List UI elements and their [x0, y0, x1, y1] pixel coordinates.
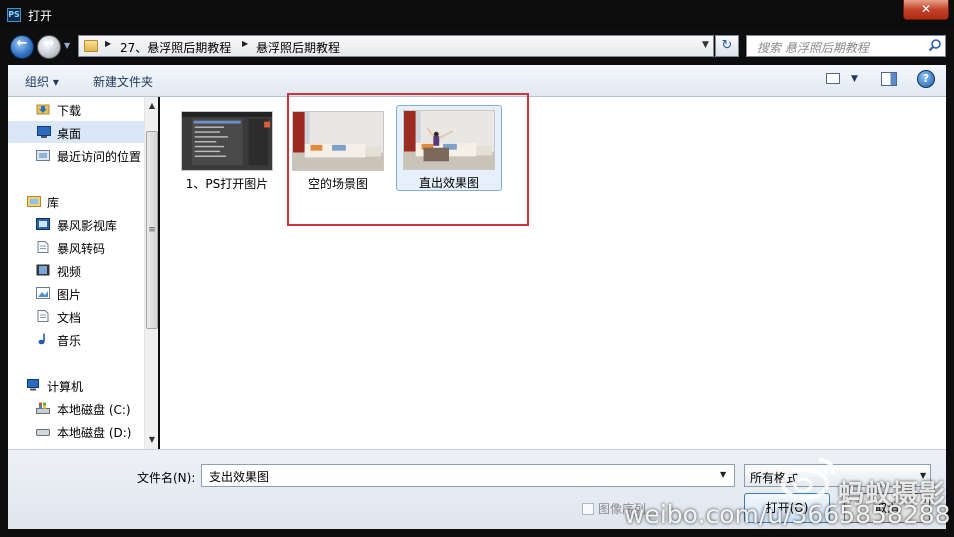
file-list: 1、PS打开图片 空的场景图 直出效果图	[160, 97, 946, 449]
sidebar-item-desktop[interactable]: 桌面	[8, 121, 152, 143]
navigation-scrollbar[interactable]: ▲ ≡ ▼	[144, 97, 158, 449]
sidebar-item-library[interactable]: 图片	[28, 282, 158, 304]
breadcrumb-item[interactable]: 27、悬浮照后期教程	[120, 39, 231, 56]
sidebar-item-library[interactable]: 暴风转码	[28, 236, 158, 258]
sidebar-item-library[interactable]: 视频	[28, 259, 158, 281]
music-note-icon	[38, 333, 45, 345]
sidebar-item-label: 暴风影视库	[57, 219, 118, 233]
sidebar-item-computer[interactable]: 计算机	[8, 374, 144, 396]
scroll-down-icon[interactable]: ▼	[146, 433, 158, 447]
sidebar-item-label: 音乐	[57, 334, 82, 348]
sidebar-item-label: 计算机	[47, 380, 84, 394]
document-icon	[37, 241, 49, 253]
new-folder-button[interactable]: 新建文件夹	[93, 73, 153, 90]
back-button[interactable]: ←	[10, 35, 34, 59]
screenshot-thumbnail	[181, 111, 273, 171]
download-folder-icon	[36, 104, 50, 115]
close-button[interactable]: ✕	[903, 0, 949, 20]
file-name: 1、PS打开图片	[185, 177, 269, 191]
search-icon[interactable]	[928, 38, 942, 52]
sidebar-item-drive[interactable]: 本地磁盘 (C:)	[28, 397, 158, 419]
breadcrumb-separator-icon[interactable]: ▶	[105, 39, 111, 48]
sidebar-item-label: 最近访问的位置	[57, 150, 142, 164]
image-sequence-checkbox[interactable]	[582, 503, 594, 515]
sidebar-item-library[interactable]: 音乐	[28, 328, 158, 350]
film-icon	[36, 264, 50, 276]
computer-icon	[27, 379, 39, 391]
recent-places-icon	[36, 150, 50, 161]
refresh-button[interactable]: ↻	[715, 35, 739, 57]
navigation-pane: 下载 桌面 最近访问的位置 库 暴风影视库 暴风转码 视频 图片 文档 音乐 计…	[8, 97, 158, 449]
forward-button[interactable]: →	[37, 35, 61, 59]
drive-icon	[36, 429, 50, 436]
video-library-icon	[36, 218, 50, 230]
sidebar-item-label: 本地磁盘 (C:)	[57, 403, 131, 417]
sidebar-item-libraries[interactable]: 库	[8, 190, 144, 212]
filename-input[interactable]: 支出效果图 ▼	[201, 464, 735, 487]
help-icon[interactable]: ?	[917, 70, 935, 88]
view-options-dropdown-icon[interactable]: ▼	[851, 74, 858, 84]
scrollbar-thumb[interactable]: ≡	[146, 131, 158, 329]
organize-button[interactable]: 组织 ▾	[25, 73, 59, 90]
search-placeholder: 搜索 悬浮照后期教程	[757, 41, 869, 55]
sidebar-item-label: 桌面	[57, 127, 82, 141]
sidebar-item-label: 文档	[57, 311, 82, 325]
filename-label: 文件名(N):	[137, 471, 196, 485]
open-file-dialog: PS 打开 ✕ ← → ▼ ▶ 27、悬浮照后期教程 ▶ 悬浮照后期教程 ▼ ↻…	[0, 0, 954, 537]
sidebar-item-drive[interactable]: 本地磁盘 (D:)	[28, 420, 158, 442]
scroll-up-icon[interactable]: ▲	[146, 99, 158, 113]
breadcrumb-item[interactable]: 悬浮照后期教程	[256, 39, 340, 56]
breadcrumb-separator-icon[interactable]: ▶	[242, 39, 248, 48]
title-bar: PS 打开 ✕	[0, 0, 954, 30]
sidebar-item-label: 库	[47, 196, 60, 210]
sidebar-item-label: 暴风转码	[57, 242, 106, 256]
sidebar-item-library[interactable]: 暴风影视库	[28, 213, 158, 235]
address-dropdown-icon[interactable]: ▼	[702, 40, 709, 50]
sidebar-item-label: 本地磁盘 (D:)	[57, 426, 132, 440]
sidebar-item-label: 下载	[57, 104, 82, 118]
filename-history-dropdown-icon[interactable]: ▼	[720, 470, 726, 479]
sidebar-item-recent[interactable]: 最近访问的位置	[28, 144, 158, 166]
window-title: 打开	[28, 9, 53, 23]
folder-icon	[84, 40, 98, 52]
desktop-icon	[37, 126, 51, 138]
sidebar-item-label: 图片	[57, 288, 82, 302]
highlight-annotation-box	[287, 93, 529, 226]
picture-icon	[36, 287, 50, 299]
sidebar-item-library[interactable]: 文档	[28, 305, 158, 327]
sidebar-item-label: 视频	[57, 265, 82, 279]
search-input[interactable]: 搜索 悬浮照后期教程	[746, 35, 946, 57]
sidebar-item-downloads[interactable]: 下载	[28, 98, 158, 120]
windows-drive-icon	[36, 402, 50, 414]
watermark-url: weibo.com/u/3665858288	[624, 500, 951, 529]
change-view-icon[interactable]	[826, 73, 840, 84]
preview-pane-icon[interactable]	[881, 72, 897, 86]
recent-pages-dropdown-icon[interactable]: ▼	[64, 41, 70, 50]
file-item[interactable]: 1、PS打开图片	[175, 107, 281, 193]
photoshop-app-icon: PS	[7, 8, 21, 22]
filename-value: 支出效果图	[209, 470, 270, 484]
address-bar[interactable]: ▶ 27、悬浮照后期教程 ▶ 悬浮照后期教程 ▼	[78, 35, 714, 57]
document-icon	[37, 310, 49, 322]
library-folder-icon	[27, 196, 41, 207]
weibo-logo-watermark	[781, 458, 835, 500]
